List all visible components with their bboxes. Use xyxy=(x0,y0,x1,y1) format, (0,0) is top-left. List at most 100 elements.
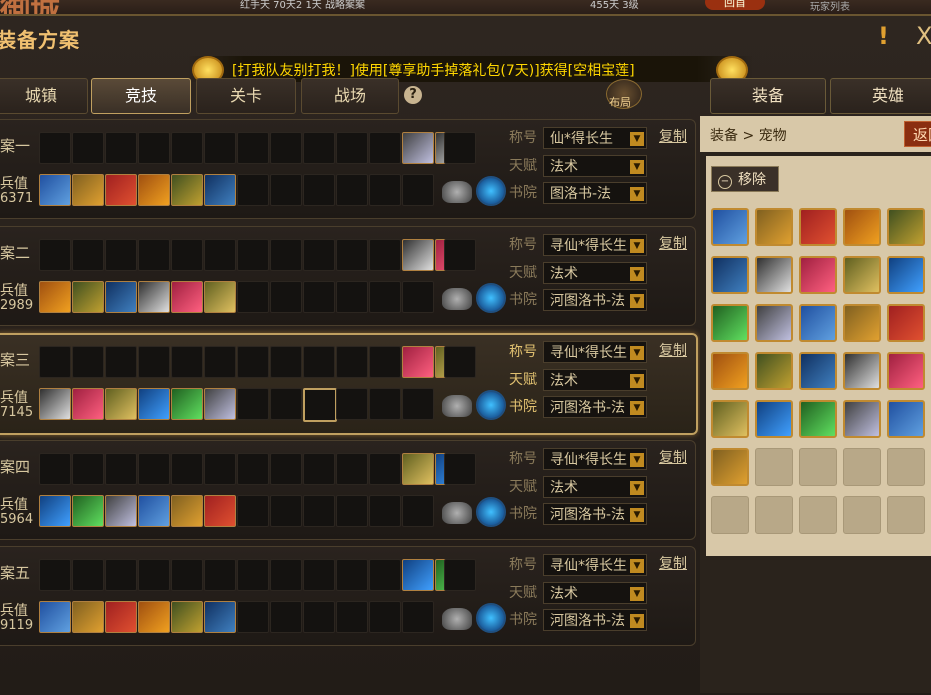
skill-slot[interactable] xyxy=(72,346,104,378)
orb-icon[interactable] xyxy=(476,497,506,527)
skill-slot[interactable] xyxy=(336,453,368,485)
help-icon[interactable]: ? xyxy=(404,86,422,104)
equipment-slot[interactable] xyxy=(105,174,137,206)
skill-slot[interactable] xyxy=(72,559,104,591)
equipment-slot[interactable] xyxy=(171,281,203,313)
equipment-slot[interactable] xyxy=(204,174,236,206)
skill-slot[interactable] xyxy=(237,453,269,485)
pet-item[interactable] xyxy=(711,304,749,342)
equipment-slot[interactable] xyxy=(39,388,71,420)
empty-equipment-slot[interactable] xyxy=(270,281,302,313)
orb-icon[interactable] xyxy=(476,603,506,633)
pet-slot[interactable] xyxy=(402,239,434,271)
equipment-slot[interactable] xyxy=(138,601,170,633)
cauldron-icon[interactable] xyxy=(442,181,472,203)
empty-equipment-slot[interactable] xyxy=(402,174,434,206)
skill-slot[interactable] xyxy=(237,559,269,591)
pet-item[interactable] xyxy=(843,256,881,294)
tab-arena[interactable]: 竞技 xyxy=(91,78,191,114)
pet-item[interactable] xyxy=(887,256,925,294)
skill-slot[interactable] xyxy=(303,239,335,271)
cauldron-icon[interactable] xyxy=(442,288,472,310)
skill-slot[interactable] xyxy=(171,453,203,485)
skill-slot[interactable] xyxy=(270,346,302,378)
cauldron-icon[interactable] xyxy=(442,608,472,630)
pet-item[interactable] xyxy=(799,400,837,438)
equipment-slot[interactable] xyxy=(105,388,137,420)
equipment-slot[interactable] xyxy=(171,174,203,206)
tab-hero[interactable]: 英雄 xyxy=(830,78,931,114)
academy-dropdown[interactable]: 河图洛书-法 ▼ xyxy=(543,396,647,418)
pet-item[interactable] xyxy=(799,352,837,390)
equipment-slot[interactable] xyxy=(72,388,104,420)
empty-equipment-slot[interactable] xyxy=(369,388,401,420)
skill-slot[interactable] xyxy=(138,132,170,164)
empty-pet-slot[interactable] xyxy=(755,496,793,534)
copy-link[interactable]: 复制 xyxy=(659,447,687,467)
equipment-slot[interactable] xyxy=(171,601,203,633)
empty-pet-slot[interactable] xyxy=(799,496,837,534)
academy-dropdown[interactable]: 图洛书-法 ▼ xyxy=(543,182,647,204)
tab-town[interactable]: 城镇 xyxy=(0,78,88,114)
extra-slot[interactable] xyxy=(444,559,476,591)
copy-link[interactable]: 复制 xyxy=(659,553,687,573)
skill-slot[interactable] xyxy=(237,346,269,378)
pet-item[interactable] xyxy=(799,208,837,246)
skill-slot[interactable] xyxy=(204,132,236,164)
remove-button[interactable]: − 移除 xyxy=(711,166,779,192)
skill-slot[interactable] xyxy=(105,453,137,485)
empty-equipment-slot[interactable] xyxy=(402,388,434,420)
equipment-slot[interactable] xyxy=(72,495,104,527)
talent-dropdown[interactable]: 法术 ▼ xyxy=(543,582,647,604)
skill-slot[interactable] xyxy=(72,132,104,164)
academy-dropdown[interactable]: 河图洛书-法 ▼ xyxy=(543,289,647,311)
orb-icon[interactable] xyxy=(476,390,506,420)
empty-equipment-slot[interactable] xyxy=(402,601,434,633)
close-icon[interactable]: X xyxy=(916,22,931,50)
skill-slot[interactable] xyxy=(270,559,302,591)
empty-equipment-slot[interactable] xyxy=(303,174,335,206)
empty-equipment-slot[interactable] xyxy=(237,601,269,633)
pet-item[interactable] xyxy=(711,448,749,486)
equipment-slot[interactable] xyxy=(171,388,203,420)
title-dropdown[interactable]: 寻仙*得长生 ▼ xyxy=(543,341,647,363)
talent-dropdown[interactable]: 法术 ▼ xyxy=(543,476,647,498)
empty-equipment-slot[interactable] xyxy=(270,174,302,206)
extra-slot[interactable] xyxy=(444,346,476,378)
equipment-slot[interactable] xyxy=(204,281,236,313)
empty-equipment-slot[interactable] xyxy=(402,495,434,527)
pet-item[interactable] xyxy=(887,208,925,246)
skill-slot[interactable] xyxy=(369,239,401,271)
copy-link[interactable]: 复制 xyxy=(659,126,687,146)
skill-slot[interactable] xyxy=(303,453,335,485)
skill-slot[interactable] xyxy=(369,132,401,164)
academy-dropdown[interactable]: 河图洛书-法 ▼ xyxy=(543,503,647,525)
skill-slot[interactable] xyxy=(171,559,203,591)
skill-slot[interactable] xyxy=(336,132,368,164)
pet-item[interactable] xyxy=(755,208,793,246)
pet-item[interactable] xyxy=(843,304,881,342)
skill-slot[interactable] xyxy=(336,239,368,271)
skill-slot[interactable] xyxy=(204,453,236,485)
skill-slot[interactable] xyxy=(369,453,401,485)
pet-slot[interactable] xyxy=(402,453,434,485)
equipment-slot[interactable] xyxy=(39,281,71,313)
equipment-slot[interactable] xyxy=(204,388,236,420)
pet-item[interactable] xyxy=(755,256,793,294)
skill-slot[interactable] xyxy=(39,346,71,378)
academy-dropdown[interactable]: 河图洛书-法 ▼ xyxy=(543,609,647,631)
copy-link[interactable]: 复制 xyxy=(659,340,687,360)
orb-icon[interactable] xyxy=(476,283,506,313)
pet-slot[interactable] xyxy=(402,346,434,378)
pet-item[interactable] xyxy=(887,352,925,390)
empty-equipment-slot[interactable] xyxy=(237,281,269,313)
skill-slot[interactable] xyxy=(336,559,368,591)
background-back-button[interactable]: 回首 xyxy=(705,0,765,10)
empty-equipment-slot[interactable] xyxy=(270,601,302,633)
talent-dropdown[interactable]: 法术 ▼ xyxy=(543,262,647,284)
skill-slot[interactable] xyxy=(270,453,302,485)
skill-slot[interactable] xyxy=(138,346,170,378)
empty-equipment-slot[interactable] xyxy=(336,281,368,313)
equipment-slot[interactable] xyxy=(72,281,104,313)
pet-item[interactable] xyxy=(887,400,925,438)
